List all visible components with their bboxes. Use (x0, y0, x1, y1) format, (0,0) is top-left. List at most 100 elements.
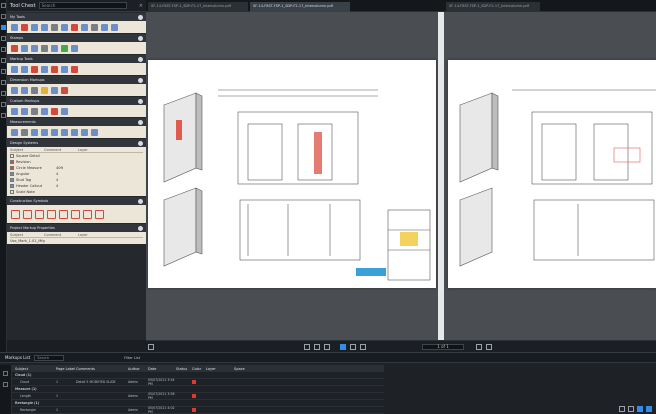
markup-tool-icon[interactable] (41, 107, 48, 115)
markups-column-header[interactable]: Page Label (56, 367, 76, 371)
markup-tool-icon[interactable] (41, 23, 48, 31)
tool-row[interactable]: Scale Note (10, 189, 143, 195)
markups-column-header[interactable]: Space (234, 367, 258, 371)
next-page-icon[interactable] (476, 344, 482, 350)
markup-tool-icon[interactable] (11, 86, 18, 94)
markup-tool-icon[interactable] (51, 107, 58, 115)
markup-tool-icon[interactable] (51, 44, 58, 52)
group-header[interactable]: My Tools (7, 13, 146, 21)
last-page-icon[interactable] (486, 344, 492, 350)
markup-tool-icon[interactable] (21, 86, 28, 94)
markups-column-header[interactable]: Comments (76, 367, 128, 371)
sync-layout-icon[interactable] (646, 406, 652, 412)
continuous-page-icon[interactable] (314, 344, 320, 350)
tab-document-3[interactable]: SF-14-F8ST-FSP-1_SDP-F2-17_Intercolumn.p… (446, 2, 540, 12)
zoom-tool-icon[interactable] (360, 344, 366, 350)
markup-tool-icon[interactable] (101, 23, 108, 31)
markup-tool-icon[interactable] (21, 44, 28, 52)
markup-tool-icon[interactable] (111, 23, 118, 31)
markup-tool-icon[interactable] (61, 44, 68, 52)
search-panel-icon[interactable] (1, 69, 6, 74)
group-header[interactable]: Markup Tools (7, 55, 146, 63)
markup-tool-icon[interactable] (11, 65, 18, 73)
symbol-tool-icon[interactable] (71, 209, 80, 219)
pan-tool-icon[interactable] (350, 344, 356, 350)
markup-tool-icon[interactable] (81, 128, 88, 136)
panel-toggle-icon[interactable] (1, 3, 6, 8)
split-view-divider[interactable] (438, 12, 444, 340)
symbol-tool-icon[interactable] (11, 209, 20, 219)
markup-tool-icon[interactable] (51, 65, 58, 73)
markups-search-input[interactable]: Search (34, 354, 65, 361)
markup-tool-icon[interactable] (31, 65, 38, 73)
symbol-tool-icon[interactable] (59, 209, 68, 219)
markup-tool-icon[interactable] (11, 44, 18, 52)
markup-tool-icon[interactable] (31, 128, 38, 136)
properties-icon[interactable] (1, 14, 6, 19)
group-header[interactable]: Custom Markups (7, 97, 146, 105)
markups-column-header[interactable]: Subject (12, 367, 56, 371)
group-header[interactable]: Measurements (7, 118, 146, 126)
markup-tool-icon[interactable] (81, 23, 88, 31)
gear-icon[interactable] (138, 56, 143, 62)
tool-chest-search-input[interactable]: Search (38, 2, 127, 9)
table-row[interactable]: Cloud 1 Detail 5 MODIFIED SLIDE Admin 05/07/… (12, 378, 384, 386)
tab-document-1[interactable]: SF-14-F8ST-FSP-1_SDP-F2-17_Intercolumn.p… (148, 2, 248, 12)
collapse-all-icon[interactable] (3, 382, 8, 387)
markup-tool-icon[interactable] (21, 107, 28, 115)
markup-tool-icon[interactable] (71, 23, 78, 31)
group-header[interactable]: Design Systems (7, 139, 146, 147)
filter-list-button[interactable]: Filter List (124, 356, 140, 360)
markup-tool-icon[interactable] (71, 65, 78, 73)
group-header[interactable]: Project Markup Properties (7, 224, 146, 232)
split-layout-icon[interactable] (628, 406, 634, 412)
gear-icon[interactable] (138, 119, 143, 125)
gear-icon[interactable] (138, 35, 143, 41)
sets-icon[interactable] (1, 102, 6, 107)
studio-icon[interactable] (1, 113, 6, 118)
symbol-tool-icon[interactable] (35, 209, 44, 219)
markup-tool-icon[interactable] (11, 107, 18, 115)
gear-icon[interactable] (138, 98, 143, 104)
gear-icon[interactable] (138, 140, 143, 146)
single-layout-icon[interactable] (637, 406, 643, 412)
markup-tool-icon[interactable] (71, 128, 78, 136)
group-header[interactable]: Stamps (7, 34, 146, 42)
markup-tool-icon[interactable] (31, 23, 38, 31)
symbol-tool-icon[interactable] (83, 209, 92, 219)
group-header[interactable]: Dimension Markups (7, 76, 146, 84)
property-row[interactable]: Use_Mark_1.01_Mfg (10, 238, 143, 243)
markup-tool-icon[interactable] (21, 23, 28, 31)
grid-view-icon[interactable] (324, 344, 330, 350)
select-tool-icon[interactable] (340, 344, 346, 350)
zoom-out-icon[interactable] (148, 344, 154, 350)
markup-tool-icon[interactable] (31, 107, 38, 115)
bookmarks-icon[interactable] (1, 58, 6, 63)
markup-tool-icon[interactable] (51, 23, 58, 31)
gear-icon[interactable] (138, 198, 143, 204)
markup-tool-icon[interactable] (11, 128, 18, 136)
drawing-sheet-right[interactable] (448, 60, 656, 288)
tab-document-2[interactable]: SF-14-F8ST-FSP-1_SDP-F2-17_Intercolumn.p… (250, 2, 350, 12)
markup-tool-icon[interactable] (41, 44, 48, 52)
markup-tool-icon[interactable] (41, 65, 48, 73)
group-header[interactable]: Construction Symbols (7, 197, 146, 205)
single-page-icon[interactable] (304, 344, 310, 350)
table-row[interactable]: Length 1 Admin 05/07/2021 3:56 PM (12, 392, 384, 400)
measurements-icon[interactable] (1, 80, 6, 85)
table-row[interactable]: Cloud (1) (12, 372, 384, 379)
markup-tool-icon[interactable] (31, 44, 38, 52)
markups-column-header[interactable]: Date (148, 367, 176, 371)
table-row[interactable]: Measure (1) (12, 386, 384, 393)
markup-tool-icon[interactable] (91, 128, 98, 136)
markup-tool-icon[interactable] (61, 107, 68, 115)
markup-tool-icon[interactable] (91, 23, 98, 31)
markup-tool-icon[interactable] (21, 65, 28, 73)
markups-column-header[interactable]: Color (192, 367, 206, 371)
expand-all-icon[interactable] (3, 371, 8, 376)
gear-icon[interactable] (138, 77, 143, 83)
drawing-sheet-left[interactable] (148, 60, 436, 288)
markups-column-header[interactable]: Layer (206, 367, 234, 371)
markup-tool-icon[interactable] (71, 44, 78, 52)
symbol-tool-icon[interactable] (23, 209, 32, 219)
